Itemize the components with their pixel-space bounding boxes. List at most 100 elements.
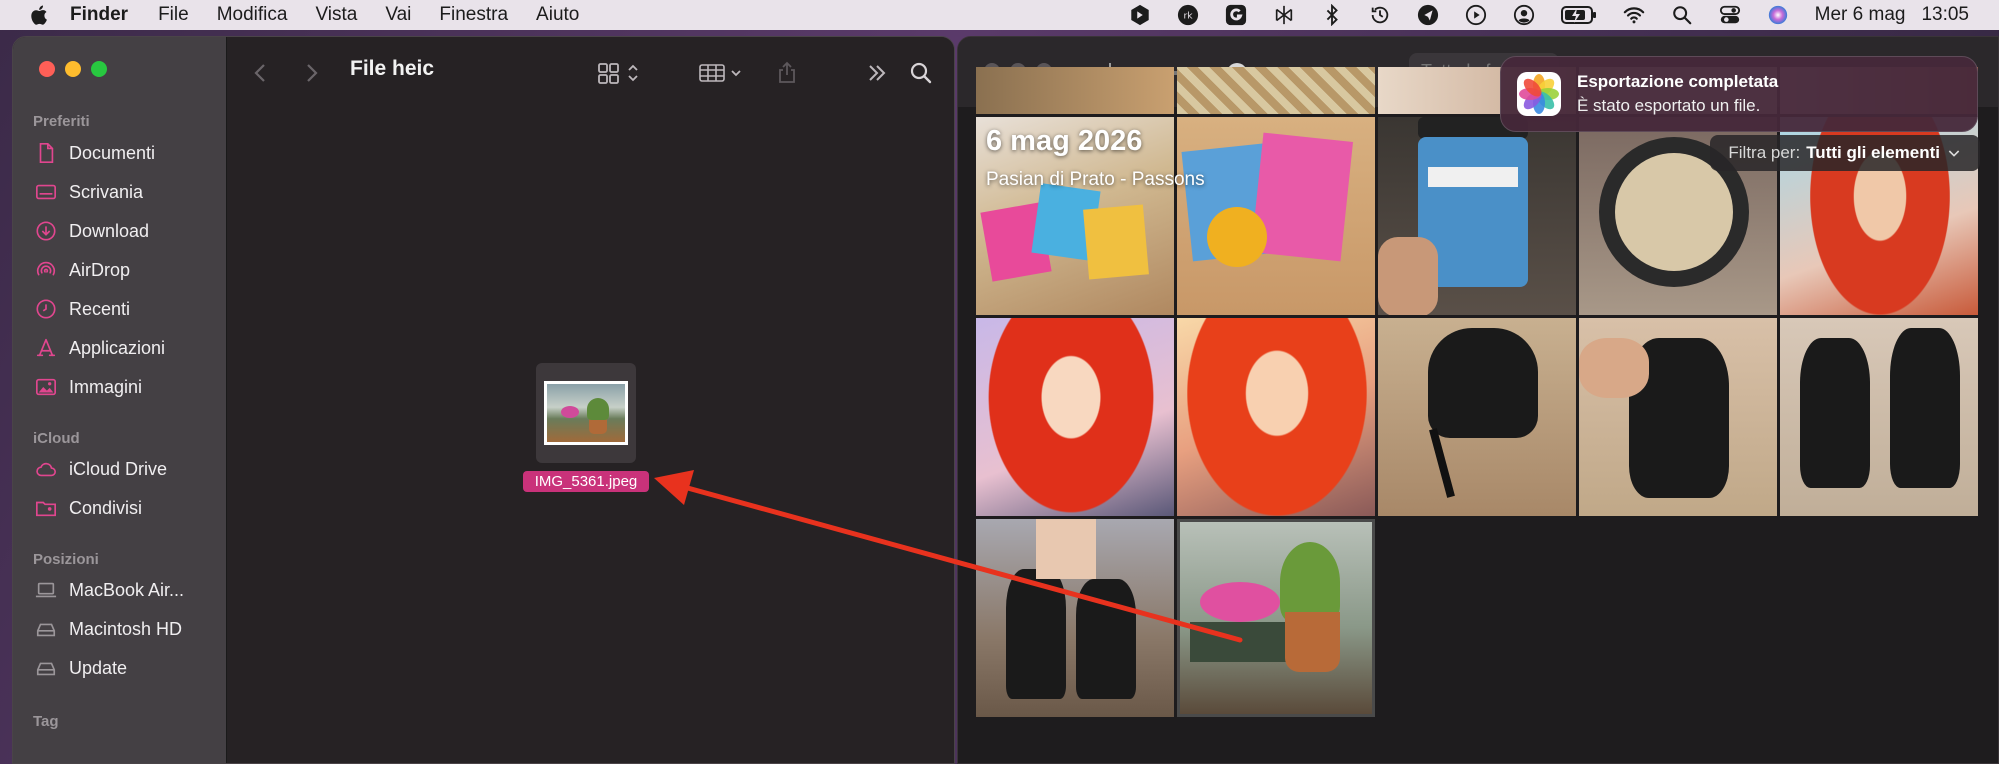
sidebar-item-label: AirDrop bbox=[69, 259, 131, 280]
sidebar-item-scrivania[interactable]: Scrivania bbox=[35, 178, 143, 206]
filter-dropdown[interactable]: Filtra per: Tutti gli elementi bbox=[1710, 135, 1980, 171]
menu-file[interactable]: File bbox=[158, 4, 189, 26]
sidebar-item-macbook-air[interactable]: MacBook Air... bbox=[35, 576, 184, 604]
export-notification[interactable]: Esportazione completata È stato esportat… bbox=[1500, 56, 1978, 132]
svg-text:rk: rk bbox=[1183, 11, 1193, 22]
sidebar-item-label: Applicazioni bbox=[69, 337, 166, 358]
menu-modifica[interactable]: Modifica bbox=[217, 4, 288, 26]
airdrop-icon bbox=[36, 261, 56, 276]
sidebar-item-icloud-drive[interactable]: iCloud Drive bbox=[35, 455, 167, 483]
photo-tile[interactable] bbox=[1780, 318, 1978, 516]
apple-icon[interactable] bbox=[28, 3, 52, 27]
sidebar-item-label: Documenti bbox=[69, 142, 156, 163]
control-center-icon[interactable] bbox=[1719, 4, 1741, 26]
photo-tile[interactable] bbox=[1378, 117, 1576, 315]
desktop-icon bbox=[36, 184, 56, 200]
photo-tile[interactable] bbox=[976, 519, 1174, 717]
finder-content: File heic IMG_5361.jpeg bbox=[227, 37, 954, 763]
finder-sidebar: Preferiti Documenti Scrivania Download A… bbox=[13, 37, 227, 763]
plant-thumbnail-image bbox=[547, 384, 625, 442]
cloud-icon bbox=[36, 462, 56, 477]
clock-icon bbox=[36, 299, 56, 319]
forward-button[interactable] bbox=[297, 59, 325, 87]
photos-app-icon bbox=[1517, 72, 1561, 116]
finder-toolbar: File heic bbox=[227, 37, 954, 109]
file-thumbnail bbox=[536, 363, 636, 463]
view-mode-button[interactable] bbox=[595, 59, 645, 87]
sidebar-item-recenti[interactable]: Recenti bbox=[35, 295, 130, 323]
file-item-img-5361[interactable]: IMG_5361.jpeg bbox=[523, 363, 649, 492]
sidebar-item-applicazioni[interactable]: Applicazioni bbox=[35, 334, 165, 362]
pictures-icon bbox=[36, 378, 56, 396]
hard-drive-icon bbox=[36, 662, 56, 676]
more-toolbar-button[interactable] bbox=[863, 59, 891, 87]
back-button[interactable] bbox=[247, 59, 275, 87]
photo-tile[interactable] bbox=[1177, 318, 1375, 516]
group-grid-icon bbox=[699, 64, 741, 82]
menu-app-finder[interactable]: Finder bbox=[70, 4, 128, 26]
sidebar-header-icloud: iCloud bbox=[33, 430, 80, 447]
location-arrow-icon[interactable] bbox=[1417, 4, 1439, 26]
sidebar-header-tags: Tag bbox=[33, 713, 59, 730]
moment-date-heading: 6 mag 2026 bbox=[986, 125, 1143, 157]
thumbnail-frame bbox=[544, 381, 628, 445]
document-icon bbox=[39, 143, 54, 163]
photos-window: − + bbox=[957, 36, 1999, 764]
menu-finestra[interactable]: Finestra bbox=[439, 4, 508, 26]
photo-tile[interactable] bbox=[1579, 318, 1777, 516]
close-window-button[interactable] bbox=[39, 61, 55, 77]
user-account-icon[interactable] bbox=[1513, 4, 1535, 26]
sidebar-item-update[interactable]: Update bbox=[35, 654, 127, 682]
share-icon bbox=[779, 61, 795, 83]
grammarly-icon[interactable] bbox=[1225, 4, 1247, 26]
notification-body: È stato esportato un file. bbox=[1577, 96, 1761, 115]
group-by-button[interactable] bbox=[697, 59, 747, 87]
menu-vai[interactable]: Vai bbox=[385, 4, 411, 26]
menu-aiuto[interactable]: Aiuto bbox=[536, 4, 579, 26]
sidebar-item-label: Macintosh HD bbox=[69, 618, 183, 639]
sidebar-item-download[interactable]: Download bbox=[35, 217, 149, 245]
notification-title: Esportazione completata bbox=[1577, 72, 1779, 91]
photo-tile[interactable] bbox=[1378, 318, 1576, 516]
sidebar-item-condivisi[interactable]: Condivisi bbox=[35, 494, 142, 522]
clock-date: Mer 6 mag bbox=[1814, 4, 1906, 25]
sidebar-item-airdrop[interactable]: AirDrop bbox=[35, 256, 130, 284]
chevron-right-icon bbox=[307, 64, 318, 82]
menu-bar-clock[interactable]: Mer 6 mag 13:05 bbox=[1815, 4, 1969, 26]
photo-tile-plant-selected[interactable] bbox=[1177, 519, 1375, 717]
battery-charging-icon[interactable] bbox=[1560, 4, 1597, 26]
sidebar-item-documenti[interactable]: Documenti bbox=[35, 139, 155, 167]
filter-label: Filtra per: bbox=[1728, 143, 1801, 162]
filter-value: Tutti gli elementi bbox=[1806, 143, 1940, 162]
perplexity-icon[interactable] bbox=[1273, 4, 1295, 26]
zoom-window-button[interactable] bbox=[91, 61, 107, 77]
search-button[interactable] bbox=[907, 59, 935, 87]
hexagon-app-icon[interactable] bbox=[1129, 4, 1151, 26]
moment-place-heading[interactable]: Pasian di Prato - Passons bbox=[986, 169, 1205, 191]
time-machine-icon[interactable] bbox=[1369, 4, 1391, 26]
photo-tile[interactable] bbox=[976, 67, 1174, 114]
sidebar-header-locations: Posizioni bbox=[33, 551, 99, 568]
photo-tile[interactable] bbox=[1177, 117, 1375, 315]
sidebar-item-macintosh-hd[interactable]: Macintosh HD bbox=[35, 615, 182, 643]
photo-tile[interactable] bbox=[1177, 67, 1375, 114]
hard-drive-icon bbox=[36, 623, 56, 637]
share-button[interactable] bbox=[773, 59, 801, 87]
minimize-window-button[interactable] bbox=[65, 61, 81, 77]
sidebar-item-label: Immagini bbox=[69, 376, 143, 397]
wifi-icon[interactable] bbox=[1623, 4, 1645, 26]
sidebar-item-immagini[interactable]: Immagini bbox=[35, 373, 142, 401]
sidebar-item-label: Recenti bbox=[69, 298, 131, 319]
photo-tile[interactable] bbox=[976, 318, 1174, 516]
file-name-label[interactable]: IMG_5361.jpeg bbox=[523, 471, 649, 492]
sidebar-item-label: Condivisi bbox=[69, 497, 143, 518]
menu-vista[interactable]: Vista bbox=[315, 4, 357, 26]
bluetooth-icon[interactable] bbox=[1321, 4, 1343, 26]
rk-app-icon[interactable]: rk bbox=[1177, 4, 1199, 26]
sidebar-item-label: Scrivania bbox=[69, 181, 144, 202]
spotlight-search-icon[interactable] bbox=[1671, 4, 1693, 26]
sidebar-item-label: Download bbox=[69, 220, 150, 241]
play-circle-icon[interactable] bbox=[1465, 4, 1487, 26]
chevron-left-icon bbox=[254, 64, 265, 82]
siri-icon[interactable] bbox=[1767, 4, 1789, 26]
